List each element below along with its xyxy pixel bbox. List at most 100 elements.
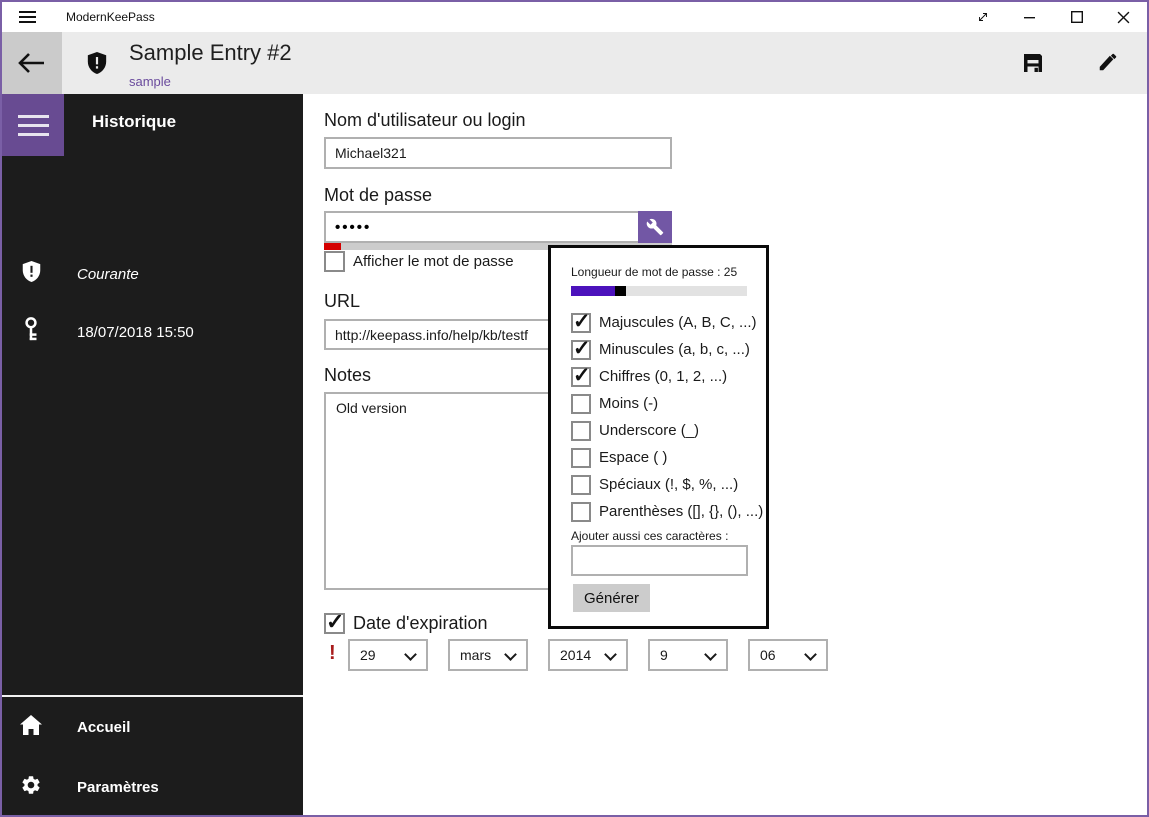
password-label: Mot de passe: [324, 185, 433, 205]
option-space[interactable]: ✓ Espace ( ): [571, 444, 763, 471]
option-label: Espace ( ): [599, 449, 668, 466]
save-icon: [1024, 54, 1042, 72]
option-label: Parenthèses ([], {}, (), ...): [599, 503, 764, 520]
close-button[interactable]: [1100, 2, 1147, 32]
minute-value: 06: [760, 647, 776, 663]
expiration-month-select[interactable]: mars: [448, 639, 528, 671]
sidebar: Historique Courante 18/07/2018 15:50 Acc…: [2, 94, 303, 815]
day-value: 29: [360, 647, 376, 663]
show-password-checkbox[interactable]: ✓: [324, 251, 345, 272]
window-controls: [959, 2, 1147, 32]
edit-button[interactable]: [1097, 51, 1119, 78]
show-password-label: Afficher le mot de passe: [353, 253, 514, 270]
generate-button[interactable]: Générer: [573, 584, 650, 612]
password-generator-popup: Longueur de mot de passe : 25 ✓ Majuscul…: [548, 245, 769, 629]
password-row: •••••: [324, 211, 672, 243]
option-lowercase[interactable]: ✓ Minuscules (a, b, c, ...): [571, 336, 763, 363]
close-icon: [1117, 11, 1130, 23]
custom-chars-input[interactable]: [571, 545, 748, 576]
expiration-day-select[interactable]: 29: [348, 639, 428, 671]
minimize-icon: [1023, 17, 1035, 19]
option-digits[interactable]: ✓ Chiffres (0, 1, 2, ...): [571, 363, 763, 390]
slider-thumb[interactable]: [615, 286, 626, 296]
sidebar-item-label: Paramètres: [77, 778, 159, 796]
username-label: Nom d'utilisateur ou login: [324, 110, 526, 130]
username-input[interactable]: [324, 137, 672, 169]
diagonal-resize-icon: [978, 13, 987, 21]
home-icon: [19, 714, 43, 741]
save-button[interactable]: [1021, 51, 1045, 80]
pencil-icon: [1099, 53, 1117, 71]
minus-checkbox[interactable]: ✓: [571, 393, 591, 414]
chevron-down-icon: [504, 648, 517, 661]
password-length-label: Longueur de mot de passe : 25: [571, 265, 738, 279]
key-icon: [19, 317, 43, 347]
password-input[interactable]: •••••: [324, 211, 638, 243]
expiration-warning-icon: !: [329, 642, 336, 664]
option-minus[interactable]: ✓ Moins (-): [571, 390, 763, 417]
sidebar-item-label: Courante: [77, 265, 139, 283]
option-label: Majuscules (A, B, C, ...): [599, 314, 757, 331]
wrench-icon: [646, 218, 664, 236]
back-button[interactable]: [2, 32, 62, 94]
maximize-icon: [1070, 11, 1083, 23]
option-label: Minuscules (a, b, c, ...): [599, 341, 750, 358]
app-title: ModernKeePass: [66, 10, 155, 24]
gear-icon: [19, 774, 43, 801]
shield-exclamation-icon: [19, 260, 43, 288]
brackets-checkbox[interactable]: ✓: [571, 501, 591, 522]
password-strength-fill: [324, 243, 342, 250]
underscore-checkbox[interactable]: ✓: [571, 420, 591, 441]
sidebar-separator: [2, 695, 303, 697]
app-window: ModernKeePass Sample Entry #2 sample His…: [0, 0, 1149, 817]
option-brackets[interactable]: ✓ Parenthèses ([], {}, (), ...): [571, 498, 763, 525]
show-password-checkbox-row[interactable]: ✓ Afficher le mot de passe: [324, 251, 514, 272]
option-label: Spéciaux (!, $, %, ...): [599, 476, 739, 493]
entry-header: Sample Entry #2 sample: [2, 32, 1147, 94]
sidebar-item-history-entry[interactable]: 18/07/2018 15:50: [2, 312, 303, 352]
expiration-year-select[interactable]: 2014: [548, 639, 628, 671]
month-value: mars: [460, 647, 492, 663]
option-special[interactable]: ✓ Spéciaux (!, $, %, ...): [571, 471, 763, 498]
option-uppercase[interactable]: ✓ Majuscules (A, B, C, ...): [571, 309, 763, 336]
url-label: URL: [324, 291, 361, 311]
sidebar-heading: Historique: [92, 112, 177, 131]
hour-value: 9: [660, 647, 668, 663]
minimize-button[interactable]: [1006, 2, 1053, 32]
hamburger-icon: [17, 114, 49, 136]
chevron-down-icon: [404, 648, 417, 661]
sidebar-item-label: Accueil: [77, 718, 131, 736]
expiration-label: Date d'expiration: [353, 613, 488, 633]
chevron-down-icon: [604, 648, 617, 661]
entry-shield-icon: [86, 51, 108, 80]
option-label: Underscore (_): [599, 422, 700, 439]
lowercase-checkbox[interactable]: ✓: [571, 337, 591, 360]
uppercase-checkbox[interactable]: ✓: [571, 310, 591, 333]
option-underscore[interactable]: ✓ Underscore (_): [571, 417, 763, 444]
sidebar-item-home[interactable]: Accueil: [2, 707, 303, 747]
fullscreen-button[interactable]: [959, 2, 1006, 32]
entry-group-label[interactable]: sample: [129, 74, 171, 89]
sidebar-hamburger-button[interactable]: [2, 94, 64, 156]
maximize-button[interactable]: [1053, 2, 1100, 32]
year-value: 2014: [560, 647, 592, 663]
titlebar-hamburger-icon[interactable]: [19, 11, 36, 23]
sidebar-item-label: 18/07/2018 15:50: [77, 323, 194, 341]
charset-options: ✓ Majuscules (A, B, C, ...) ✓ Minuscules…: [571, 309, 763, 525]
entry-title: Sample Entry #2: [129, 40, 292, 65]
expiration-minute-select[interactable]: 06: [748, 639, 828, 671]
expiration-hour-select[interactable]: 9: [648, 639, 728, 671]
expiration-checkbox-row[interactable]: ✓ Date d'expiration: [324, 609, 488, 634]
expiration-checkbox[interactable]: ✓: [324, 609, 345, 634]
option-label: Chiffres (0, 1, 2, ...): [599, 368, 728, 385]
special-checkbox[interactable]: ✓: [571, 474, 591, 495]
space-checkbox[interactable]: ✓: [571, 447, 591, 468]
sidebar-item-settings[interactable]: Paramètres: [2, 767, 303, 807]
digits-checkbox[interactable]: ✓: [571, 364, 591, 387]
password-generator-button[interactable]: [638, 211, 672, 243]
custom-chars-label: Ajouter aussi ces caractères :: [571, 529, 729, 543]
back-arrow-icon: [18, 53, 44, 73]
sidebar-item-current[interactable]: Courante: [2, 254, 303, 294]
password-length-slider[interactable]: [571, 286, 747, 296]
notes-label: Notes: [324, 365, 372, 385]
